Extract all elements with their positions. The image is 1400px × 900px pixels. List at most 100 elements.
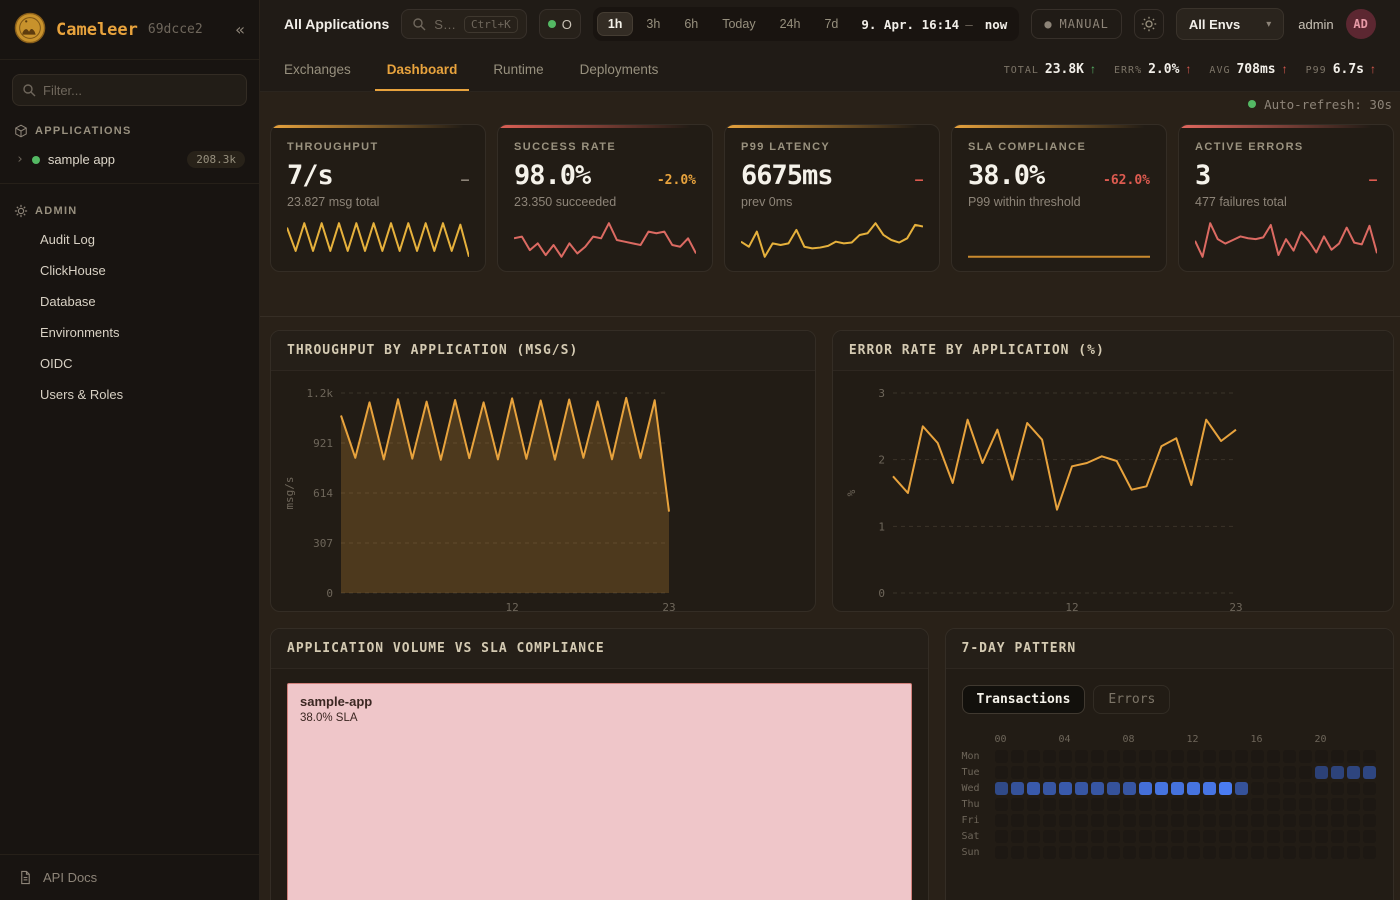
heatmap-cell[interactable] (1315, 830, 1328, 843)
heatmap-cell[interactable] (995, 830, 1008, 843)
heatmap-cell[interactable] (1171, 846, 1184, 859)
heatmap-cell[interactable] (1139, 766, 1152, 779)
heatmap-cell[interactable] (1123, 798, 1136, 811)
theme-toggle-button[interactable] (1134, 9, 1164, 39)
global-search[interactable]: S… Ctrl+K (401, 9, 526, 39)
tab-dashboard[interactable]: Dashboard (387, 48, 458, 91)
heatmap-cell[interactable] (1043, 814, 1056, 827)
heatmap-cell[interactable] (1331, 830, 1344, 843)
heatmap-cell[interactable] (1123, 766, 1136, 779)
heatmap-cell[interactable] (1107, 830, 1120, 843)
heatmap-cell[interactable] (1251, 782, 1264, 795)
heatmap-cell[interactable] (1235, 846, 1248, 859)
heatmap-cell[interactable] (1139, 782, 1152, 795)
avatar[interactable]: AD (1346, 9, 1376, 39)
heatmap-cell[interactable] (1011, 766, 1024, 779)
heatmap-cell[interactable] (995, 846, 1008, 859)
heatmap-cell[interactable] (1107, 766, 1120, 779)
heatmap-cell[interactable] (1043, 766, 1056, 779)
date-range-display[interactable]: 9. Apr. 16:14– (851, 17, 982, 32)
heatmap-cell[interactable] (1075, 766, 1088, 779)
heatmap-cell[interactable] (1203, 814, 1216, 827)
heatmap-cell[interactable] (1171, 830, 1184, 843)
sidebar-item-users-roles[interactable]: Users & Roles (0, 379, 259, 410)
heatmap-cell[interactable] (1123, 830, 1136, 843)
heatmap-cell[interactable] (1251, 814, 1264, 827)
heatmap-cell[interactable] (1331, 750, 1344, 763)
heatmap-cell[interactable] (995, 750, 1008, 763)
heatmap-cell[interactable] (1011, 814, 1024, 827)
range-1h[interactable]: 1h (597, 12, 634, 36)
sidebar-item-oidc[interactable]: OIDC (0, 348, 259, 379)
heatmap-cell[interactable] (1363, 766, 1376, 779)
heatmap-cell[interactable] (1107, 798, 1120, 811)
toggle-errors[interactable]: Errors (1093, 685, 1170, 714)
range-3h[interactable]: 3h (635, 12, 671, 36)
heatmap-cell[interactable] (1315, 798, 1328, 811)
heatmap-cell[interactable] (1363, 814, 1376, 827)
heatmap-cell[interactable] (1235, 782, 1248, 795)
heatmap-cell[interactable] (1155, 846, 1168, 859)
heatmap-cell[interactable] (1187, 750, 1200, 763)
heatmap-cell[interactable] (1043, 750, 1056, 763)
sidebar-item-audit-log[interactable]: Audit Log (0, 224, 259, 255)
heatmap-cell[interactable] (1283, 846, 1296, 859)
heatmap-cell[interactable] (1171, 766, 1184, 779)
range-24h[interactable]: 24h (769, 12, 812, 36)
heatmap-cell[interactable] (1299, 814, 1312, 827)
heatmap-cell[interactable] (1347, 814, 1360, 827)
heatmap-cell[interactable] (1011, 782, 1024, 795)
heatmap-cell[interactable] (1267, 750, 1280, 763)
heatmap-cell[interactable] (1155, 766, 1168, 779)
heatmap-cell[interactable] (1283, 798, 1296, 811)
range-7d[interactable]: 7d (813, 12, 849, 36)
heatmap-cell[interactable] (1155, 830, 1168, 843)
heatmap-cell[interactable] (1059, 814, 1072, 827)
heatmap-cell[interactable] (1251, 766, 1264, 779)
heatmap-cell[interactable] (1123, 814, 1136, 827)
heatmap-cell[interactable] (1171, 782, 1184, 795)
heatmap-cell[interactable] (1363, 750, 1376, 763)
heatmap-cell[interactable] (1235, 814, 1248, 827)
heatmap-cell[interactable] (1363, 798, 1376, 811)
connection-status-pill[interactable]: O (539, 9, 581, 39)
heatmap-cell[interactable] (1011, 830, 1024, 843)
heatmap-cell[interactable] (1299, 766, 1312, 779)
heatmap-cell[interactable] (1235, 798, 1248, 811)
heatmap-cell[interactable] (1219, 782, 1232, 795)
heatmap-cell[interactable] (1219, 846, 1232, 859)
chevron-right-icon[interactable]: › (16, 152, 24, 167)
heatmap-cell[interactable] (1347, 766, 1360, 779)
heatmap-cell[interactable] (1299, 846, 1312, 859)
heatmap-cell[interactable] (1155, 798, 1168, 811)
heatmap-cell[interactable] (995, 766, 1008, 779)
heatmap-cell[interactable] (1027, 814, 1040, 827)
heatmap-cell[interactable] (1075, 750, 1088, 763)
heatmap-cell[interactable] (1219, 750, 1232, 763)
heatmap-cell[interactable] (1171, 750, 1184, 763)
heatmap-cell[interactable] (1075, 830, 1088, 843)
heatmap-cell[interactable] (1203, 846, 1216, 859)
heatmap-cell[interactable] (1299, 798, 1312, 811)
heatmap-cell[interactable] (1267, 846, 1280, 859)
heatmap-cell[interactable] (1235, 750, 1248, 763)
heatmap-cell[interactable] (1091, 766, 1104, 779)
heatmap-cell[interactable] (995, 798, 1008, 811)
filter-input[interactable] (12, 74, 247, 106)
heatmap-cell[interactable] (1299, 750, 1312, 763)
heatmap-cell[interactable] (1123, 846, 1136, 859)
heatmap-cell[interactable] (1043, 846, 1056, 859)
heatmap-cell[interactable] (1363, 782, 1376, 795)
heatmap-cell[interactable] (1075, 814, 1088, 827)
heatmap-cell[interactable] (1059, 750, 1072, 763)
heatmap-cell[interactable] (1139, 798, 1152, 811)
heatmap-cell[interactable] (1299, 830, 1312, 843)
heatmap-cell[interactable] (1347, 782, 1360, 795)
heatmap-cell[interactable] (1315, 846, 1328, 859)
heatmap-cell[interactable] (1027, 766, 1040, 779)
heatmap-cell[interactable] (1299, 782, 1312, 795)
heatmap-cell[interactable] (1171, 814, 1184, 827)
range-6h[interactable]: 6h (673, 12, 709, 36)
heatmap-cell[interactable] (1187, 782, 1200, 795)
heatmap-cell[interactable] (1331, 766, 1344, 779)
